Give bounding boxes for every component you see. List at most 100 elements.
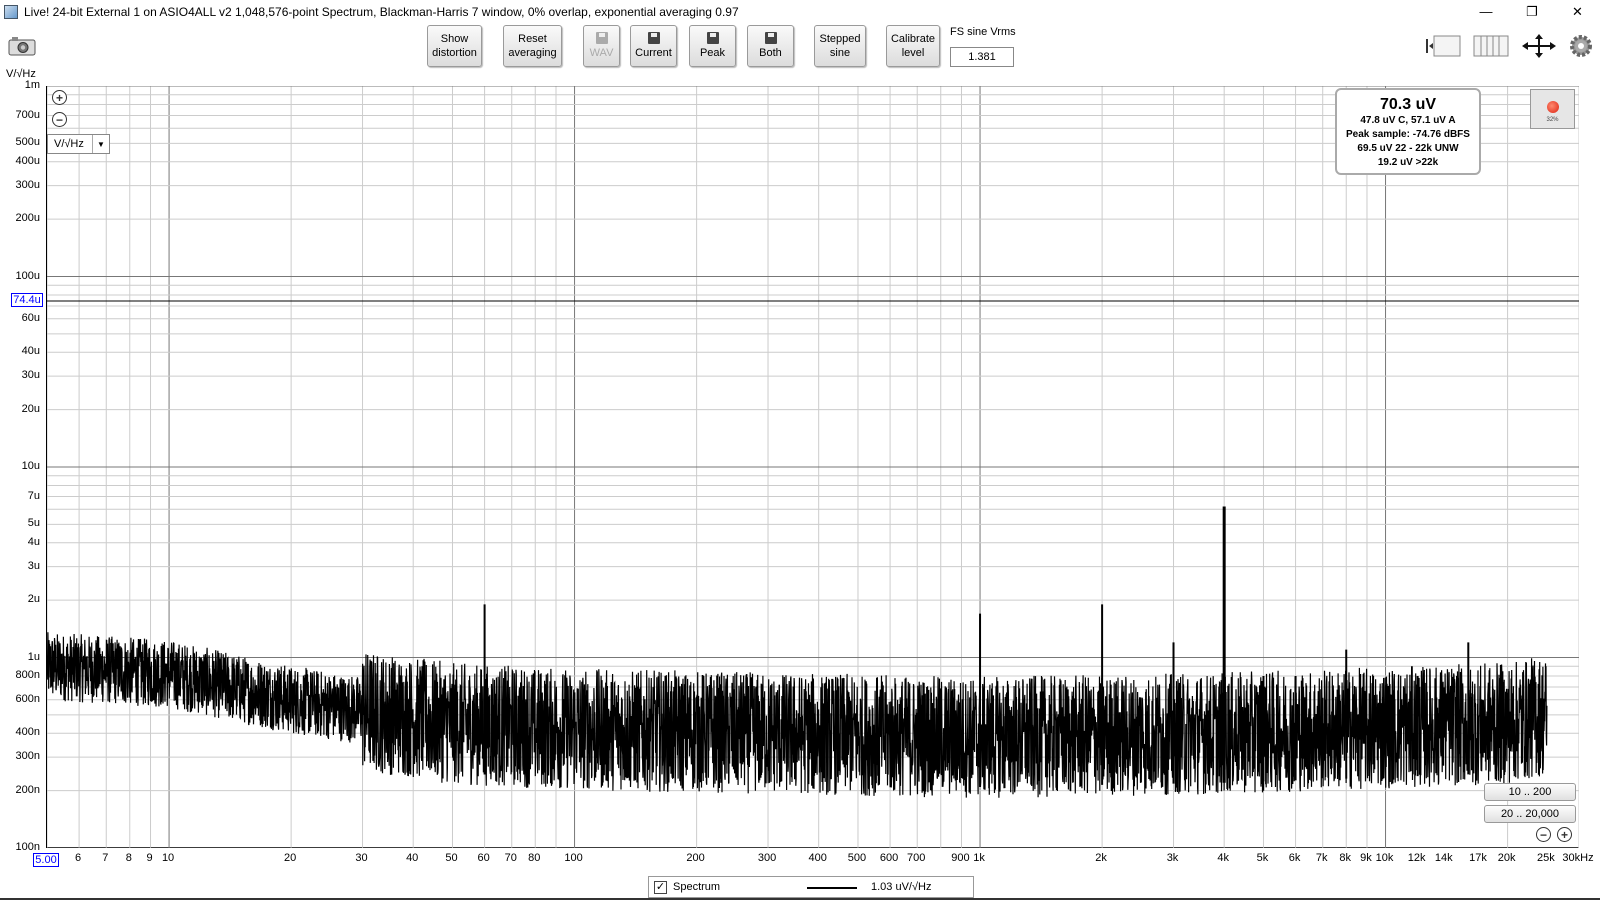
x-tick-label: 50 [445, 852, 458, 864]
y-tick-label: 60u [21, 311, 40, 324]
camera-icon[interactable] [8, 36, 36, 56]
close-button[interactable]: ✕ [1555, 0, 1600, 23]
calibrate-level-label-1: Calibrate [890, 33, 936, 45]
level-readout: 70.3 uV 47.8 uV C, 57.1 uV A Peak sample… [1335, 88, 1481, 175]
spectrum-checkbox[interactable]: ✓ [654, 881, 667, 894]
columns-icon[interactable] [1472, 33, 1510, 59]
y-tick-label: 200u [15, 212, 40, 225]
minimize-button[interactable]: — [1463, 0, 1509, 23]
y-tick-label: 1m [24, 79, 40, 91]
zoom-in-icon[interactable]: + [52, 90, 67, 105]
show-distortion-button[interactable]: Show distortion [427, 25, 482, 67]
chevron-down-icon[interactable]: ▼ [92, 135, 109, 153]
x-tick-label: 7k [1315, 852, 1328, 864]
x-tick-label: 8 [125, 852, 132, 864]
y-tick-label: 200n [15, 783, 40, 796]
readout-line: Peak sample: -74.76 dBFS [1346, 129, 1470, 140]
x-tick-label: 25k [1537, 852, 1555, 864]
title-bar: Live! 24-bit External 1 on ASIO4ALL v2 1… [0, 0, 1600, 23]
stepped-sine-label-2: sine [829, 47, 851, 59]
x-zoom-out-icon[interactable]: − [1536, 827, 1551, 842]
gear-icon[interactable] [1568, 33, 1594, 59]
y-tick-label: 100n [15, 841, 40, 853]
y-unit-dropdown[interactable]: V/√Hz ▼ [47, 134, 110, 154]
y-tick-label: 300u [15, 178, 40, 191]
y-tick-label: 20u [21, 402, 40, 415]
y-tick-label: 700u [15, 108, 40, 121]
x-tick-label: 4k [1217, 852, 1229, 864]
restore-button[interactable]: ❐ [1509, 0, 1555, 23]
spectrum-plot[interactable] [46, 85, 1580, 849]
reset-averaging-label-1: Reset [518, 33, 547, 45]
record-percent: 32% [1546, 117, 1559, 123]
save-peak-button[interactable]: Peak [689, 25, 736, 67]
y-tick-label: 40u [21, 345, 40, 358]
x-tick-label: 40 [406, 852, 419, 864]
app-icon [4, 4, 18, 19]
range-20-20000-button[interactable]: 20 .. 20,000 [1484, 805, 1576, 823]
x-tick-label: 30 [355, 852, 368, 864]
x-tick-label: 6 [75, 852, 82, 864]
reset-averaging-label-2: averaging [508, 47, 557, 59]
window-size-icon[interactable] [1424, 33, 1462, 59]
legend-series-value: 1.03 uV/√Hz [871, 881, 932, 893]
stepped-sine-label-1: Stepped [819, 33, 861, 45]
cursor-level-label[interactable]: 74.4u [11, 293, 43, 307]
x-tick-label: 500 [847, 852, 867, 864]
move-arrows-icon[interactable] [1520, 33, 1558, 59]
x-zoom-in-icon[interactable]: + [1557, 827, 1572, 842]
x-tick-label: 600 [879, 852, 899, 864]
wav-button[interactable]: WAV [583, 25, 620, 67]
fs-sine-input[interactable]: 1.381 [950, 47, 1014, 67]
y-tick-label: 10u [21, 460, 40, 472]
range-10-200-button[interactable]: 10 .. 200 [1484, 783, 1576, 801]
y-unit-dropdown-value: V/√Hz [54, 138, 84, 150]
record-button[interactable]: 32% [1530, 89, 1575, 129]
show-distortion-label-2: distortion [432, 47, 477, 59]
y-tick-label: 5u [27, 517, 40, 530]
x-tick-label: 8k [1339, 852, 1352, 864]
both-label: Both [759, 47, 782, 59]
x-tick-label: 900 [951, 852, 970, 864]
y-tick-label: 400u [15, 154, 40, 167]
y-tick-label: 4u [27, 535, 40, 548]
save-both-button[interactable]: Both [747, 25, 794, 67]
readout-line: 69.5 uV 22 - 22k UNW [1357, 143, 1459, 154]
plot-canvas [46, 85, 1580, 849]
save-icon [764, 32, 777, 44]
x-tick-label: 5k [1256, 852, 1269, 864]
calibrate-level-label-2: level [901, 47, 925, 59]
x-tick-label: 700 [907, 852, 926, 864]
x-start-label[interactable]: 5.00 [33, 853, 59, 867]
y-tick-label: 400n [15, 726, 40, 739]
fs-sine-label: FS sine Vrms [950, 26, 1016, 38]
calibrate-level-button[interactable]: Calibrate level [886, 25, 940, 67]
stepped-sine-button[interactable]: Stepped sine [814, 25, 866, 67]
zoom-out-icon[interactable]: − [52, 112, 67, 127]
save-current-button[interactable]: Current [630, 25, 677, 67]
readout-line: 47.8 uV C, 57.1 uV A [1360, 115, 1456, 126]
save-icon [647, 32, 660, 44]
y-tick-label: 500u [15, 136, 40, 149]
y-tick-label: 2u [27, 593, 40, 606]
x-tick-label: 70 [504, 852, 517, 864]
toolbar: Show distortion Reset averaging WAV Curr… [0, 23, 1600, 73]
x-tick-label: 6k [1288, 852, 1301, 864]
y-tick-label: 30u [21, 369, 40, 382]
y-tick-label: 1u [27, 650, 40, 663]
current-label: Current [635, 47, 672, 59]
x-tick-label: 20k [1497, 852, 1516, 864]
x-tick-label: 10 [161, 852, 175, 864]
x-tick-label: 9 [146, 852, 153, 864]
x-tick-label: 20 [284, 852, 297, 864]
y-tick-label: 100u [15, 269, 40, 282]
reset-averaging-button[interactable]: Reset averaging [503, 25, 562, 67]
y-tick-label: 3u [27, 559, 40, 572]
y-tick-label: 800n [15, 668, 40, 681]
x-tick-label: 12k [1407, 852, 1426, 864]
x-tick-label: 17k [1469, 852, 1487, 864]
x-tick-label: 7 [102, 852, 109, 864]
record-icon [1547, 101, 1559, 113]
x-tick-label: 300 [757, 852, 777, 864]
legend-line-swatch [807, 887, 857, 889]
